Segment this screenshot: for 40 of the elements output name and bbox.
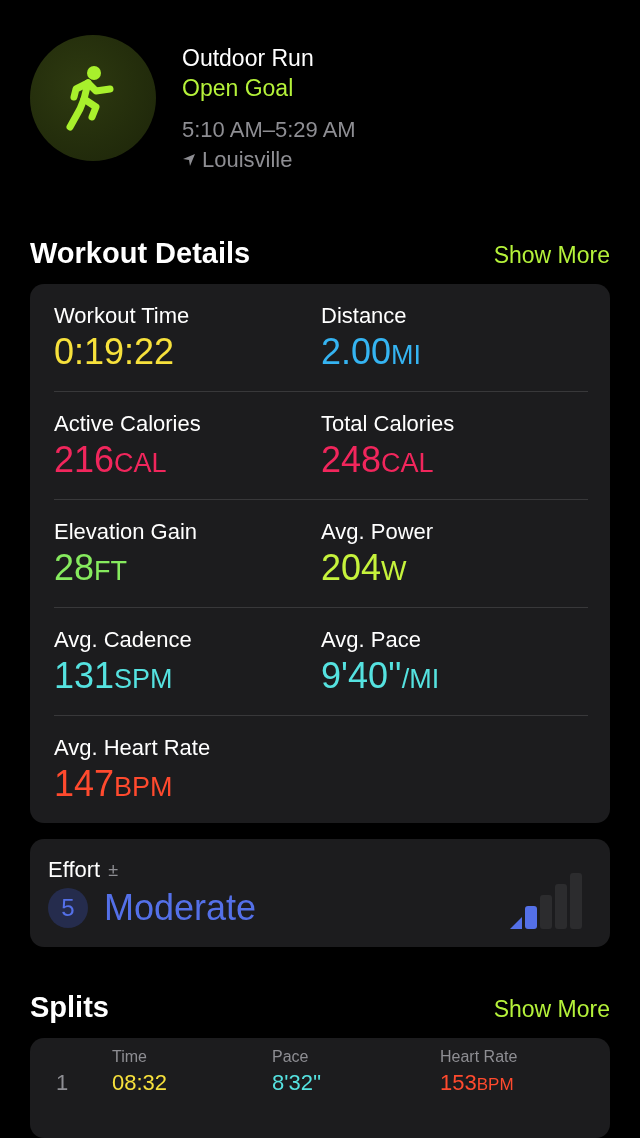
metric-label: Workout Time: [54, 302, 191, 330]
split-heart-rate: 153BPM: [440, 1070, 515, 1096]
metric-value: 0:19:22: [54, 330, 176, 374]
column-header: Time: [112, 1048, 148, 1066]
column-header: Pace: [272, 1048, 310, 1066]
workout-title: Outdoor Run: [182, 44, 315, 73]
section-heading: Splits: [30, 991, 109, 1024]
effort-score: 5: [48, 888, 88, 928]
section-heading: Workout Details: [30, 237, 251, 270]
effort-card[interactable]: Effort ± 5 Moderate: [30, 839, 610, 947]
column-header: Heart Rate: [440, 1048, 519, 1066]
effort-meter: [510, 873, 582, 929]
metric-label: Active Calories: [54, 410, 202, 438]
effort-label: Effort: [48, 857, 101, 883]
adjust-icon[interactable]: ±: [108, 859, 119, 881]
metric-value: 204W: [321, 546, 408, 590]
metric-value: 28FT: [54, 546, 129, 590]
effort-rating: Moderate: [104, 887, 257, 929]
metric-value: 147BPM: [54, 762, 174, 806]
metric-value: 216CAL: [54, 438, 168, 482]
time-range: 5:10 AM–5:29 AM: [182, 116, 356, 144]
show-more-link[interactable]: Show More: [493, 996, 610, 1023]
metric-label: Avg. Heart Rate: [54, 734, 212, 762]
metric-value: 2.00MI: [321, 330, 423, 374]
metric-label: Avg. Pace: [321, 626, 422, 654]
metric-value: 9'40''/MI: [321, 654, 441, 698]
metric-label: Distance: [321, 302, 408, 330]
location-arrow-icon: [182, 153, 196, 167]
metric-label: Avg. Cadence: [54, 626, 193, 654]
metric-label: Elevation Gain: [54, 518, 199, 546]
metric-label: Avg. Power: [321, 518, 435, 546]
split-time: 08:32: [112, 1070, 169, 1096]
metric-value: 248CAL: [321, 438, 435, 482]
split-number: 1: [55, 1070, 70, 1096]
show-more-link[interactable]: Show More: [493, 242, 610, 269]
metric-value: 131SPM: [54, 654, 174, 698]
split-pace: 8'32'': [272, 1070, 323, 1096]
metric-label: Total Calories: [321, 410, 456, 438]
location-label: Louisville: [202, 146, 293, 174]
workout-goal: Open Goal: [182, 74, 295, 103]
